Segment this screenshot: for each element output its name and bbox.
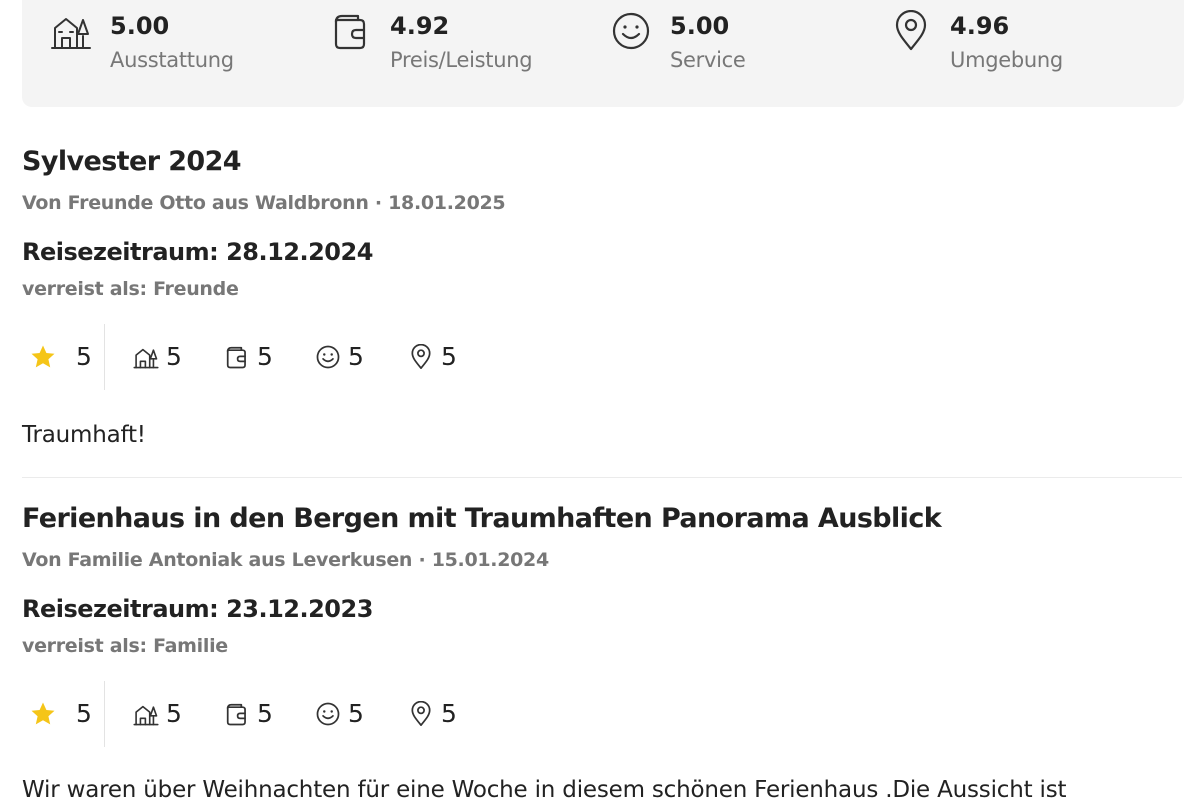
location-pin-icon (408, 344, 434, 370)
rating-value: 5 (76, 699, 92, 728)
review-ratings: 5 5 5 5 5 (22, 681, 622, 747)
rating-divider (104, 324, 105, 390)
rating-value: 5 (76, 342, 92, 371)
review-author-date: Von Familie Antoniak aus Leverkusen · 15… (22, 549, 549, 571)
location-pin-icon (890, 10, 932, 52)
reviews-page: 5.00 Ausstattung 4.92 Preis/Leistung 5.0… (0, 0, 1200, 800)
summary-label: Ausstattung (110, 48, 234, 72)
summary-score: 5.00 (110, 12, 170, 40)
rating-value: 5 (348, 342, 364, 371)
summary-score: 4.96 (950, 12, 1010, 40)
review-travel-period: Reisezeitraum: 28.12.2024 (22, 238, 373, 266)
review-ratings: 5 5 5 5 5 (22, 324, 622, 390)
review-travel-type: verreist als: Freunde (22, 278, 239, 300)
rating-value: 5 (441, 699, 457, 728)
review-text: Wir waren über Weihnachten für eine Woch… (22, 777, 1067, 800)
rating-value: 5 (257, 342, 273, 371)
smiley-icon (610, 10, 652, 52)
house-icon (133, 701, 159, 727)
house-icon (50, 10, 92, 52)
star-icon (30, 344, 56, 370)
smiley-icon (315, 701, 341, 727)
location-pin-icon (408, 701, 434, 727)
rating-value: 5 (441, 342, 457, 371)
rating-value: 5 (166, 699, 182, 728)
summary-score: 5.00 (670, 12, 730, 40)
rating-value: 5 (257, 699, 273, 728)
summary-label: Umgebung (950, 48, 1063, 72)
wallet-icon (330, 10, 372, 52)
wallet-icon (224, 701, 250, 727)
star-icon (30, 701, 56, 727)
review-text: Traumhaft! (22, 422, 146, 448)
summary-label: Preis/Leistung (390, 48, 533, 72)
review-title: Sylvester 2024 (22, 146, 242, 177)
review-author-date: Von Freunde Otto aus Waldbronn · 18.01.2… (22, 192, 506, 214)
smiley-icon (315, 344, 341, 370)
rating-divider (104, 681, 105, 747)
rating-value: 5 (348, 699, 364, 728)
summary-score: 4.92 (390, 12, 450, 40)
summary-label: Service (670, 48, 746, 72)
wallet-icon (224, 344, 250, 370)
review-travel-type: verreist als: Familie (22, 635, 228, 657)
review-separator (22, 477, 1182, 478)
rating-summary: 5.00 Ausstattung 4.92 Preis/Leistung 5.0… (22, 0, 1184, 107)
house-icon (133, 344, 159, 370)
review-title: Ferienhaus in den Bergen mit Traumhaften… (22, 503, 942, 534)
review-travel-period: Reisezeitraum: 23.12.2023 (22, 595, 373, 623)
rating-value: 5 (166, 342, 182, 371)
